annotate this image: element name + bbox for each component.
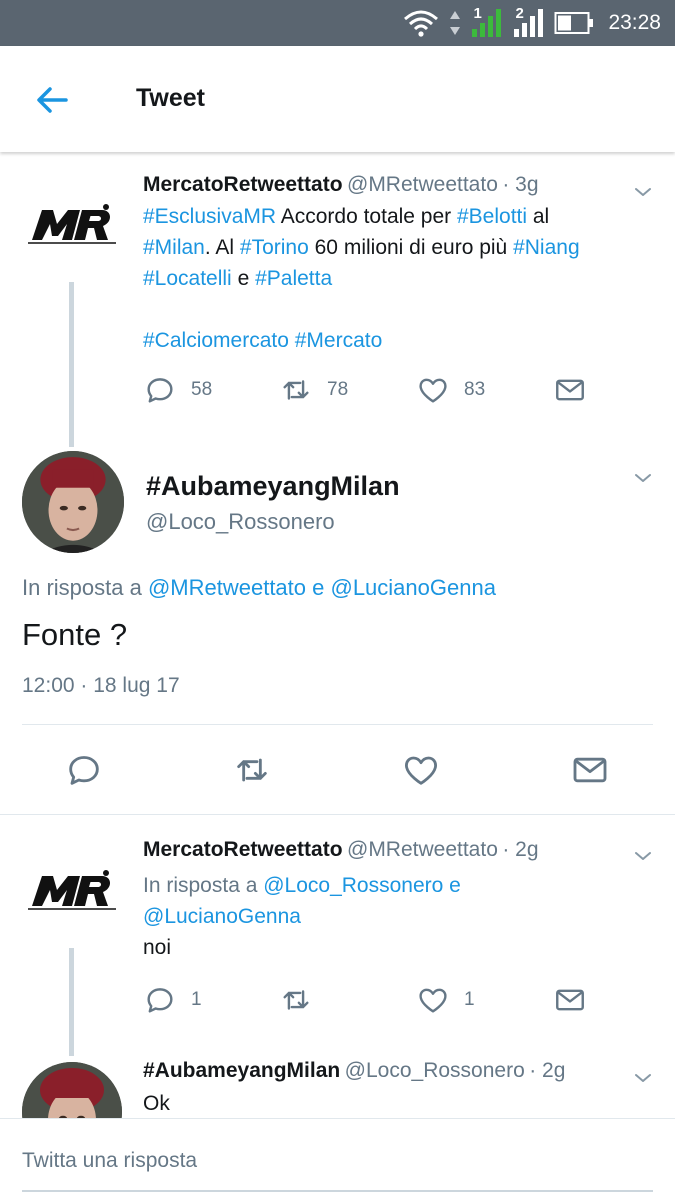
tweet-header: MercatoRetweettato @MRetweettato · 3g [143, 173, 539, 197]
thread-line [69, 948, 74, 1056]
tweet-header: #AubameyangMilan @Loco_Rossonero · 2g [143, 1059, 565, 1083]
divider [0, 814, 675, 815]
mention-link[interactable]: @Loco_Rossonero [263, 874, 443, 897]
mention-link[interactable]: @LucianoGenna [330, 575, 495, 600]
dm-icon [553, 983, 587, 1017]
like-icon [416, 983, 450, 1017]
reply-icon[interactable] [64, 750, 104, 790]
author-handle[interactable]: @MRetweettato [347, 173, 498, 196]
chevron-down-icon[interactable] [631, 466, 655, 490]
reply-prefix: In risposta a [143, 874, 264, 897]
retweet-button[interactable]: 78 [279, 373, 348, 407]
mention-link[interactable]: @LucianoGenna [143, 905, 301, 928]
dm-icon [553, 373, 587, 407]
reply-and: e [443, 874, 461, 897]
avatar-mercatoretweettato[interactable] [22, 176, 122, 276]
like-icon [416, 373, 450, 407]
tweet-age: · 3g [502, 173, 539, 196]
retweet-icon [279, 983, 313, 1017]
like-icon[interactable] [401, 750, 441, 790]
text-span: e [231, 267, 256, 290]
chevron-down-icon[interactable] [631, 844, 655, 868]
author-name[interactable]: MercatoRetweettato [143, 173, 343, 196]
dm-button[interactable] [553, 373, 587, 407]
hashtag-link[interactable]: #Paletta [255, 267, 332, 290]
tweet-text: Ok [143, 1092, 170, 1115]
text-span: 60 milioni di euro più [308, 236, 514, 259]
hashtag-link[interactable]: #Niang [513, 236, 580, 259]
author-name[interactable]: MercatoRetweettato [143, 838, 343, 861]
chevron-down-icon[interactable] [631, 180, 655, 204]
hashtag-link[interactable]: #Locatelli [143, 267, 232, 290]
like-count: 1 [464, 989, 475, 1010]
like-count: 83 [464, 379, 486, 400]
tweet-age: · 2g [529, 1059, 566, 1082]
hashtag-link[interactable]: #Mercato [295, 329, 383, 352]
tweet-age: · 2g [502, 838, 539, 861]
like-button[interactable]: 1 [416, 983, 475, 1017]
tweet-timestamp: 12:00 · 18 lug 17 [22, 674, 180, 697]
status-bar: 1 2 23:28 [0, 0, 675, 46]
reply-and: e [306, 575, 331, 600]
tweet-header: MercatoRetweettato @MRetweettato · 2g [143, 838, 539, 862]
hashtag-link[interactable]: #Milan [143, 236, 205, 259]
dm-button[interactable] [553, 983, 587, 1017]
reply-prefix: In risposta a [22, 575, 148, 600]
text-span: al [527, 205, 550, 228]
text-span: . Al [204, 236, 240, 259]
wifi-icon [404, 10, 439, 37]
dm-icon[interactable] [570, 750, 610, 790]
sim2-label: 2 [515, 5, 524, 22]
tweet-text: #EsclusivaMR Accordo totale per #Belotti… [143, 201, 580, 356]
retweet-icon[interactable] [232, 750, 272, 790]
back-arrow-icon[interactable] [28, 76, 76, 124]
tweet-text: Fonte ? [22, 617, 128, 652]
data-arrows-icon [450, 11, 461, 35]
input-underline [22, 1190, 653, 1192]
author-name[interactable]: #AubameyangMilan [146, 471, 400, 502]
retweet-count: 78 [327, 379, 349, 400]
hashtag-link[interactable]: #Belotti [457, 205, 527, 228]
sim1-label: 1 [473, 5, 482, 22]
reply-button[interactable]: 58 [143, 373, 212, 407]
tweet-text: noi [143, 936, 172, 959]
hashtag-link[interactable]: #Calciomercato [143, 329, 289, 352]
like-button[interactable]: 83 [416, 373, 485, 407]
signal-icon-sim2: 2 [512, 5, 546, 39]
page-title: Tweet [136, 84, 205, 112]
signal-icon-sim1: 1 [470, 5, 504, 39]
mention-link[interactable]: @MRetweettato [148, 575, 306, 600]
clock: 23:28 [608, 11, 661, 34]
retweet-icon [279, 373, 313, 407]
author-handle[interactable]: @Loco_Rossonero [345, 1059, 525, 1082]
reply-context: In risposta a @MRetweettato e @LucianoGe… [22, 575, 496, 601]
battery-icon [554, 12, 594, 34]
author-name[interactable]: #AubameyangMilan [143, 1059, 340, 1082]
reply-icon [143, 373, 177, 407]
avatar-aubameyangmilan[interactable] [22, 451, 124, 553]
thread-line [69, 282, 74, 447]
reply-count: 1 [191, 989, 202, 1010]
divider [22, 724, 653, 725]
author-handle[interactable]: @Loco_Rossonero [146, 509, 335, 535]
reply-input[interactable] [22, 1149, 652, 1173]
author-handle[interactable]: @MRetweettato [347, 838, 498, 861]
reply-context: In risposta a @Loco_Rossonero e @Luciano… [143, 870, 461, 963]
reply-button[interactable]: 1 [143, 983, 202, 1017]
text-span: Accordo totale per [276, 205, 457, 228]
reply-icon [143, 983, 177, 1017]
app-bar: Tweet [0, 46, 675, 152]
reply-composer [0, 1118, 675, 1201]
reply-count: 58 [191, 379, 213, 400]
hashtag-link[interactable]: #EsclusivaMR [143, 205, 276, 228]
chevron-down-icon[interactable] [631, 1066, 655, 1090]
avatar-mercatoretweettato[interactable] [22, 842, 122, 942]
retweet-button[interactable] [279, 983, 313, 1017]
hashtag-link[interactable]: #Torino [240, 236, 309, 259]
